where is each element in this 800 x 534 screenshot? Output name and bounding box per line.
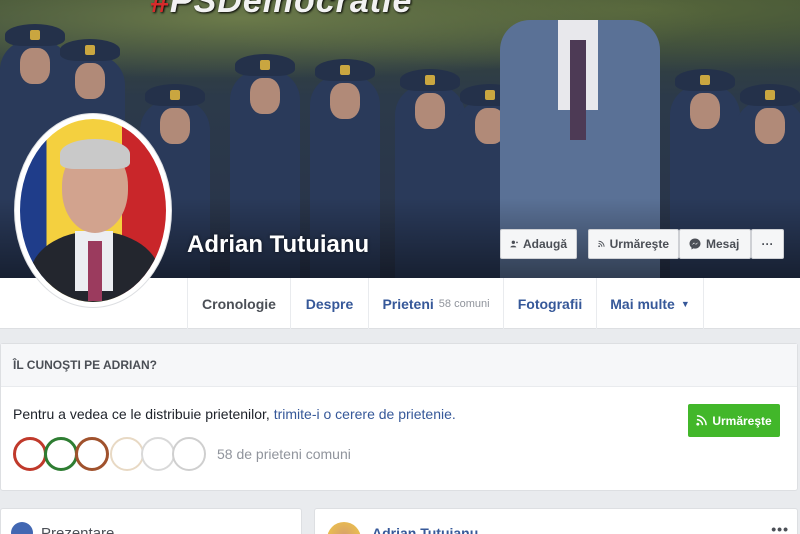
- friends-count: 58 comuni: [438, 297, 490, 310]
- follow-green-button[interactable]: Urmăreşte: [688, 404, 780, 437]
- mutual-friends-row: 58 de prieteni comuni: [13, 437, 351, 471]
- tab-about[interactable]: Despre: [290, 278, 368, 329]
- post-author-name[interactable]: Adrian Tutuianu: [372, 525, 478, 534]
- tab-friends[interactable]: Prieteni 58 comuni: [368, 278, 503, 329]
- follow-label: Urmăreşte: [712, 413, 772, 428]
- friend-avatar[interactable]: [75, 437, 109, 471]
- post-card: Adrian Tutuianu •••: [314, 508, 798, 534]
- more-options-button[interactable]: ···: [751, 229, 784, 259]
- know-person-card: ÎL CUNOŞTI PE ADRIAN? Pentru a vedea ce …: [0, 343, 798, 491]
- intro-card: Prezentare: [0, 508, 302, 534]
- profile-name[interactable]: Adrian Tutuianu: [187, 231, 369, 259]
- card-heading: ÎL CUNOŞTI PE ADRIAN?: [1, 344, 797, 387]
- rss-icon: [696, 415, 708, 426]
- follow-button[interactable]: Urmăreşte: [588, 229, 679, 259]
- tab-label: Despre: [305, 295, 354, 312]
- profile-picture[interactable]: [14, 113, 172, 308]
- follow-label: Urmăreşte: [609, 237, 669, 251]
- add-friend-button[interactable]: Adaugă: [500, 229, 577, 259]
- friend-avatar[interactable]: [110, 437, 144, 471]
- message-button[interactable]: Mesaj: [679, 229, 751, 259]
- caret-down-icon: ▼: [680, 298, 690, 309]
- friend-request-text: Pentru a vedea ce le distribuie prieteni…: [13, 406, 456, 422]
- post-menu-icon[interactable]: •••: [771, 521, 789, 534]
- add-friend-icon: [510, 240, 518, 248]
- friend-avatar[interactable]: [13, 437, 47, 471]
- add-friend-label: Adaugă: [522, 237, 567, 251]
- tab-more[interactable]: Mai multe ▼: [596, 278, 704, 329]
- cover-banner-text: #PSDemocratie: [150, 0, 413, 20]
- tab-label: Mai multe: [610, 295, 675, 312]
- tab-label: Cronologie: [202, 295, 276, 312]
- friend-avatar[interactable]: [44, 437, 78, 471]
- mutual-friends-count[interactable]: 58 de prieteni comuni: [217, 446, 351, 462]
- tab-photos[interactable]: Fotografii: [503, 278, 596, 329]
- more-options-dots: ···: [761, 237, 774, 251]
- tab-label: Fotografii: [517, 295, 583, 312]
- send-friend-request-link[interactable]: trimite-i o cerere de prietenie.: [274, 406, 456, 422]
- post-author-avatar[interactable]: [327, 522, 361, 534]
- globe-icon: [11, 522, 33, 534]
- friend-request-prefix: Pentru a vedea ce le distribuie prieteni…: [13, 406, 274, 422]
- tab-label: Prieteni: [382, 295, 434, 312]
- friend-avatar[interactable]: [141, 437, 175, 471]
- tab-timeline[interactable]: Cronologie: [187, 278, 290, 329]
- friend-avatar[interactable]: [172, 437, 206, 471]
- intro-title: Prezentare: [41, 525, 115, 534]
- message-label: Mesaj: [706, 237, 740, 251]
- rss-icon: [598, 240, 605, 248]
- profile-photo: [20, 119, 166, 302]
- messenger-icon: [689, 238, 701, 250]
